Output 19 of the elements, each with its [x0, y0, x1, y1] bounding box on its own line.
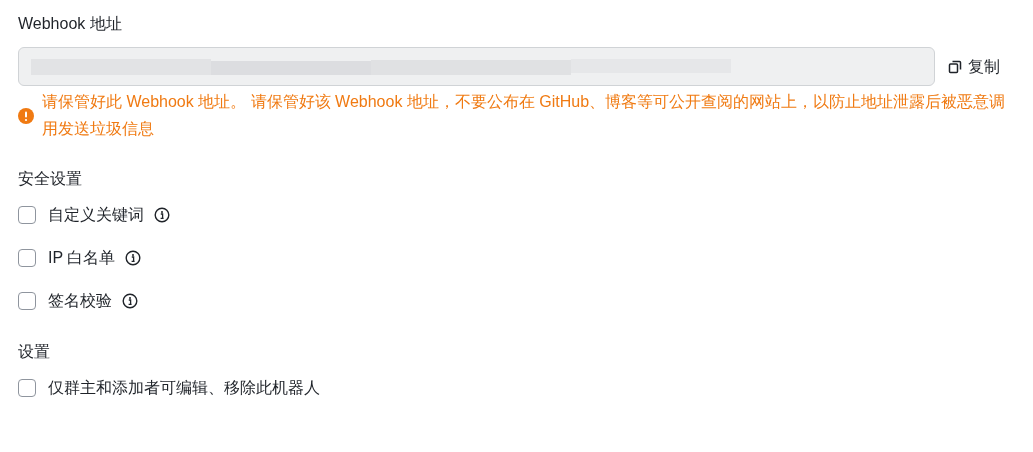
warning-text: 请保管好此 Webhook 地址。 请保管好该 Webhook 地址，不要公布在 GitHub、博客等可公开查阅的网站上，以防止地址泄露后被恶意调用发送垃圾信息 [42, 92, 1007, 139]
option-label: 自定义关键词 [48, 204, 144, 225]
checkbox[interactable] [18, 248, 36, 267]
checkbox[interactable] [18, 291, 36, 310]
section-title: 设置 [18, 342, 51, 362]
copy-icon [948, 59, 962, 74]
checkbox[interactable] [18, 378, 36, 397]
info-icon[interactable] [125, 249, 142, 266]
option-label: 签名校验 [48, 290, 112, 311]
info-icon[interactable] [154, 206, 170, 223]
checkbox[interactable] [18, 205, 36, 224]
option-label: 仅群主和添加者可编辑、移除此机器人 [48, 377, 320, 398]
webhook-field[interactable] [18, 47, 935, 86]
field-label: Webhook 地址 [18, 14, 123, 34]
copy-button[interactable]: 复制 [948, 54, 1000, 79]
option-label: IP 白名单 [48, 247, 116, 268]
section-title: 安全设置 [18, 169, 83, 189]
warning-icon [18, 108, 34, 124]
info-icon[interactable] [122, 292, 138, 309]
